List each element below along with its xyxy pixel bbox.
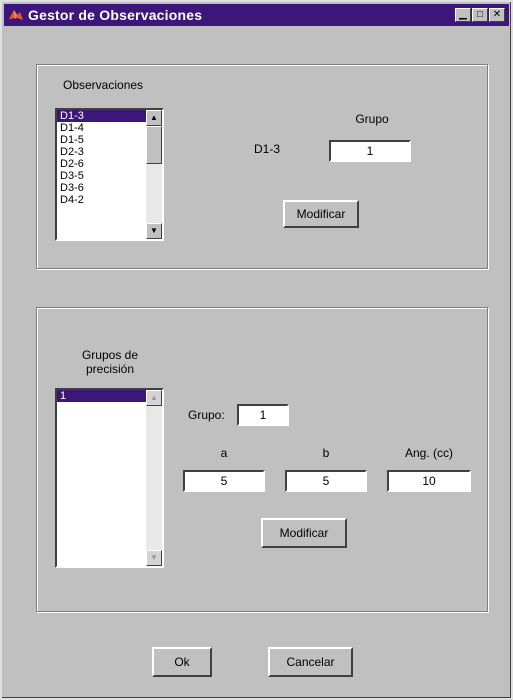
observaciones-list-items: D1-3 D1-4 D1-5 D2-3 D2-6 D3-5 D3-6 D4-2 bbox=[57, 110, 146, 239]
ok-button[interactable]: Ok bbox=[152, 647, 212, 677]
grupo-precision-label: Grupo: bbox=[188, 408, 225, 422]
observaciones-listbox[interactable]: D1-3 D1-4 D1-5 D2-3 D2-6 D3-5 D3-6 D4-2 ▲ ▼ bbox=[55, 108, 164, 241]
modificar-observacion-button[interactable]: Modificar bbox=[283, 200, 359, 228]
list-item[interactable]: 1 bbox=[57, 390, 146, 402]
list-item[interactable]: D2-3 bbox=[57, 146, 146, 158]
ang-label: Ang. (cc) bbox=[404, 446, 453, 460]
list-item[interactable]: D4-2 bbox=[57, 194, 146, 206]
list-item[interactable]: D3-6 bbox=[57, 182, 146, 194]
maximize-icon[interactable]: □ bbox=[472, 8, 488, 22]
scroll-down-icon[interactable]: ▼ bbox=[146, 223, 162, 239]
list-item[interactable]: D2-6 bbox=[57, 158, 146, 170]
window-title: Gestor de Observaciones bbox=[28, 7, 203, 23]
scroll-thumb[interactable] bbox=[146, 126, 162, 164]
list-item[interactable]: D3-5 bbox=[57, 170, 146, 182]
grupo-input[interactable]: 1 bbox=[329, 140, 411, 162]
close-icon[interactable]: ✕ bbox=[489, 8, 505, 22]
modificar-precision-button[interactable]: Modificar bbox=[261, 518, 347, 548]
scroll-down-icon[interactable]: ▼ bbox=[146, 550, 162, 566]
observaciones-scrollbar[interactable]: ▲ ▼ bbox=[146, 110, 162, 239]
list-item[interactable]: D1-5 bbox=[57, 134, 146, 146]
grupos-scrollbar[interactable]: ▲ ▼ bbox=[146, 390, 162, 566]
grupo-precision-input[interactable]: 1 bbox=[237, 404, 289, 426]
list-item[interactable]: D1-3 bbox=[57, 110, 146, 122]
a-label: a bbox=[220, 446, 228, 460]
b-label: b bbox=[322, 446, 330, 460]
grupos-precision-label: Grupos de precisión bbox=[81, 348, 139, 376]
ang-input[interactable]: 10 bbox=[387, 470, 471, 492]
grupos-list-items: 1 bbox=[57, 390, 146, 566]
selected-observation-label: D1-3 bbox=[253, 142, 280, 156]
matlab-logo-icon bbox=[9, 10, 23, 20]
minimize-icon[interactable]: ▁ bbox=[455, 8, 471, 22]
cancel-button[interactable]: Cancelar bbox=[268, 647, 353, 677]
scroll-up-icon[interactable]: ▲ bbox=[146, 390, 162, 406]
observaciones-label: Observaciones bbox=[63, 78, 144, 92]
grupos-precision-listbox[interactable]: 1 ▲ ▼ bbox=[55, 388, 164, 568]
dialog-window: Gestor de Observaciones ▁ □ ✕ Observacio… bbox=[0, 0, 513, 700]
a-input[interactable]: 5 bbox=[183, 470, 265, 492]
grupo-label: Grupo bbox=[355, 112, 389, 126]
list-item[interactable]: D1-4 bbox=[57, 122, 146, 134]
scroll-up-icon[interactable]: ▲ bbox=[146, 110, 162, 126]
title-bar[interactable]: Gestor de Observaciones ▁ □ ✕ bbox=[4, 4, 509, 26]
b-input[interactable]: 5 bbox=[285, 470, 367, 492]
